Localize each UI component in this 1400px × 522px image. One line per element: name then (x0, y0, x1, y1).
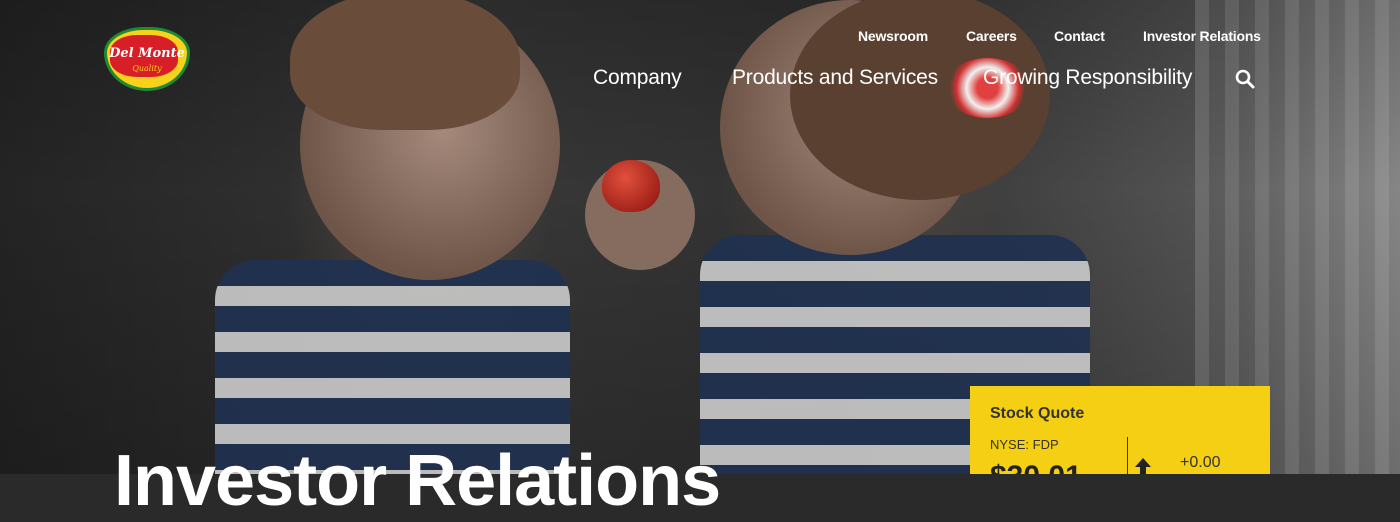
nav-growing-responsibility[interactable]: Growing Responsibility (983, 66, 1192, 90)
search-icon (1235, 69, 1255, 89)
nav-careers[interactable]: Careers (966, 28, 1017, 44)
stock-change: +0.00 (1180, 454, 1221, 471)
nav-products-and-services[interactable]: Products and Services (732, 66, 938, 90)
page-title: Investor Relations (114, 441, 721, 521)
stock-quote-widget: Stock Quote NYSE: FDP $30.01 +0.00 (970, 386, 1270, 474)
stock-price: $30.01 (990, 460, 1082, 474)
del-monte-logo[interactable]: Del Monte Quality (104, 27, 190, 91)
nav-contact[interactable]: Contact (1054, 28, 1105, 44)
search-button[interactable] (1234, 68, 1256, 90)
boy-hair (290, 0, 520, 130)
nav-investor-relations[interactable]: Investor Relations (1143, 28, 1261, 44)
logo-tagline: Quality (132, 64, 162, 73)
arrow-up-icon (1135, 458, 1151, 474)
stock-quote-title: Stock Quote (990, 405, 1085, 422)
quote-divider (1127, 437, 1128, 474)
nav-company[interactable]: Company (593, 66, 682, 90)
strawberry (602, 160, 660, 212)
logo-wordmark: Del Monte (109, 46, 185, 61)
stock-exchange-symbol: NYSE: FDP (990, 437, 1059, 452)
nav-newsroom[interactable]: Newsroom (858, 28, 928, 44)
